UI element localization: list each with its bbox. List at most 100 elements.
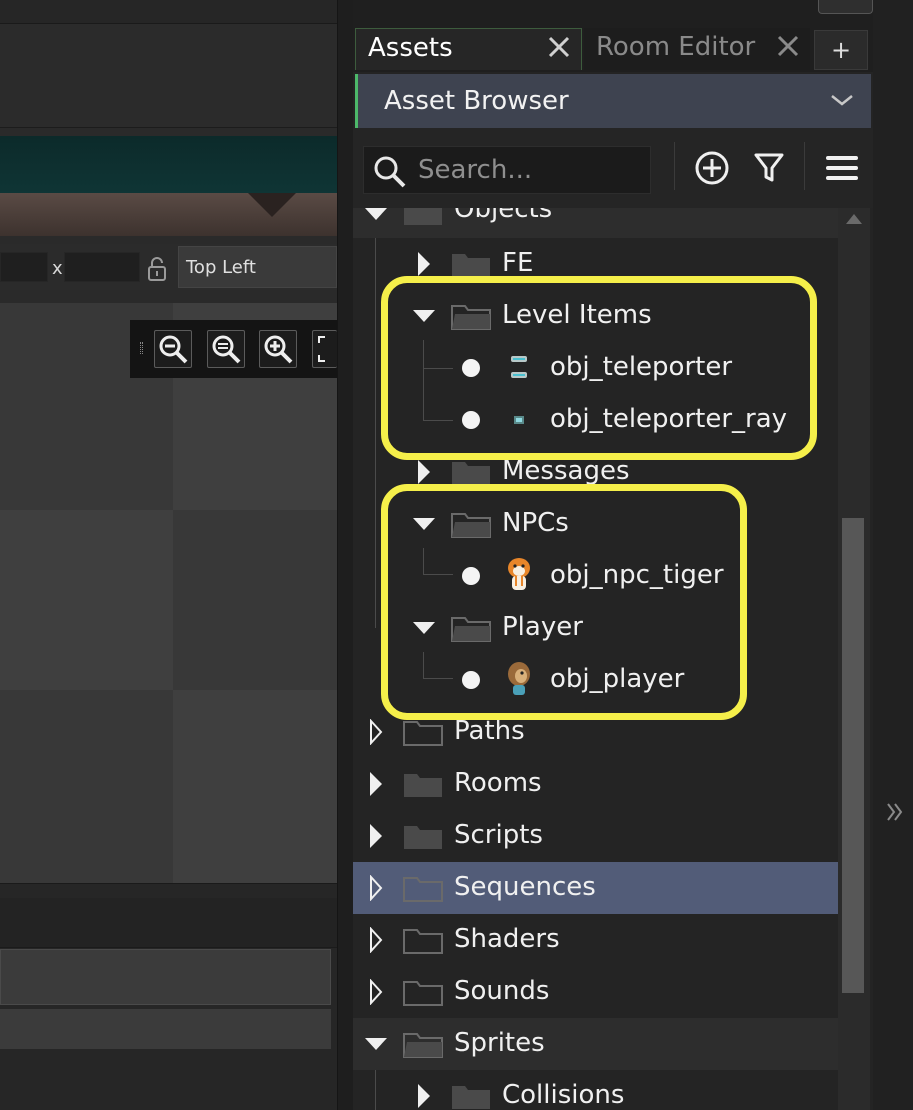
room-editor-area: x 0 Top Left [0, 0, 337, 1110]
tab-room-editor[interactable]: Room Editor [584, 28, 810, 70]
folder-empty-icon [403, 877, 443, 902]
preview-background [0, 136, 337, 193]
collapsed-arrow-icon[interactable] [369, 979, 383, 1005]
tree-row-sequences[interactable]: Sequences [353, 862, 838, 914]
zoom-in-button[interactable] [259, 330, 297, 368]
zoom-in-icon [264, 335, 293, 364]
close-icon[interactable] [547, 35, 571, 59]
search-box[interactable] [363, 146, 651, 194]
tree-label: Paths [454, 716, 525, 746]
collapsed-arrow-icon[interactable] [369, 875, 383, 901]
zoom-reset-button[interactable] [154, 330, 192, 368]
layer-row[interactable] [0, 949, 331, 1005]
grid-cell [0, 510, 173, 690]
collapsed-arrow-icon[interactable] [369, 719, 383, 745]
tree-row-sounds[interactable]: Sounds [353, 966, 838, 1018]
room-canvas[interactable] [0, 303, 337, 883]
expand-chevron-icon[interactable] [884, 800, 906, 824]
search-icon [374, 156, 406, 188]
grid-cell [173, 510, 337, 690]
ide-window: x 0 Top Left [0, 0, 913, 1110]
top-corner-button[interactable] [818, 0, 873, 14]
tab-label: Assets [368, 33, 453, 63]
drag-grip-icon[interactable] [140, 342, 143, 354]
layer-row[interactable] [0, 1009, 331, 1049]
layers-header [0, 898, 337, 948]
scroll-up-icon[interactable] [846, 214, 862, 224]
folder-icon [452, 462, 490, 485]
toolbar-separator [804, 142, 805, 190]
folder-icon [404, 774, 442, 797]
width-field[interactable] [0, 252, 48, 282]
folder-empty-icon [403, 981, 443, 1006]
tree-label: Scripts [454, 820, 543, 850]
x-field[interactable] [64, 252, 140, 282]
tree-row-rooms[interactable]: Rooms [353, 758, 838, 810]
expanded-arrow-icon[interactable] [365, 208, 387, 220]
tree-row-objects[interactable]: Objects [353, 208, 838, 238]
collapsed-arrow-icon[interactable] [418, 1084, 430, 1108]
tree-row-collisions[interactable]: Collisions [353, 1070, 838, 1110]
tree-label: Sprites [454, 1028, 545, 1058]
zoom-out-icon [212, 335, 241, 364]
tree-label: Sequences [454, 872, 596, 902]
collapsed-arrow-icon[interactable] [369, 927, 383, 953]
fit-view-icon [318, 336, 325, 362]
collapsed-arrow-icon[interactable] [418, 460, 430, 484]
toolbar-separator [674, 142, 675, 190]
collapsed-arrow-icon[interactable] [370, 772, 382, 796]
zoom-toolbar [130, 320, 337, 378]
tree-label: Sounds [454, 976, 550, 1006]
tab-bar: Assets Room Editor + [353, 0, 873, 72]
folder-icon [404, 826, 442, 849]
menu-icon[interactable] [820, 146, 864, 190]
origin-dropdown[interactable]: Top Left [178, 246, 337, 288]
tree-label: FE [502, 248, 534, 278]
collapsed-arrow-icon[interactable] [418, 252, 430, 276]
preview-notch [248, 193, 296, 217]
asset-browser-header[interactable]: Asset Browser [355, 74, 871, 128]
tab-label: Room Editor [596, 32, 756, 62]
tree-guide [375, 1070, 376, 1110]
folder-icon [452, 1086, 490, 1109]
grid-cell [173, 690, 337, 883]
tree-label: Rooms [454, 768, 542, 798]
room-preview-strip [0, 136, 337, 236]
tree-label: Messages [502, 456, 630, 486]
search-toolbar [353, 128, 873, 208]
unlock-icon[interactable] [147, 256, 167, 282]
expanded-arrow-icon[interactable] [365, 1038, 387, 1050]
folder-open-icon [403, 1033, 443, 1058]
filter-icon[interactable] [747, 146, 791, 190]
editor-top-bar [0, 0, 337, 24]
tree-scrollbar[interactable] [838, 208, 870, 1110]
tree-label: Objects [454, 208, 553, 224]
editor-toolbar [0, 24, 337, 128]
folder-icon [404, 208, 442, 225]
panel-divider[interactable] [337, 0, 353, 1110]
zoom-reset-icon [159, 335, 188, 364]
add-icon[interactable] [690, 146, 734, 190]
tree-label: Collisions [502, 1080, 625, 1110]
folder-empty-icon [403, 929, 443, 954]
scrollbar-thumb[interactable] [842, 518, 864, 993]
tree-row-sprites[interactable]: Sprites [353, 1018, 838, 1070]
close-icon[interactable] [776, 34, 800, 58]
collapsed-arrow-icon[interactable] [370, 824, 382, 848]
tree-label: Shaders [454, 924, 560, 954]
tree-row-shaders[interactable]: Shaders [353, 914, 838, 966]
zoom-out-button[interactable] [207, 330, 245, 368]
chevron-down-icon [831, 95, 853, 106]
tree-row-scripts[interactable]: Scripts [353, 810, 838, 862]
folder-empty-icon [403, 721, 443, 746]
right-dock-strip [873, 0, 913, 1110]
folder-icon [452, 254, 490, 277]
add-tab-button[interactable]: + [814, 30, 868, 70]
search-input[interactable] [418, 147, 646, 193]
layers-panel [0, 883, 337, 1110]
grid-cell [0, 690, 173, 883]
fit-view-button[interactable] [312, 330, 337, 368]
tab-assets[interactable]: Assets [355, 28, 582, 70]
highlight-npcs-player [381, 484, 747, 720]
asset-browser-title: Asset Browser [384, 86, 569, 116]
